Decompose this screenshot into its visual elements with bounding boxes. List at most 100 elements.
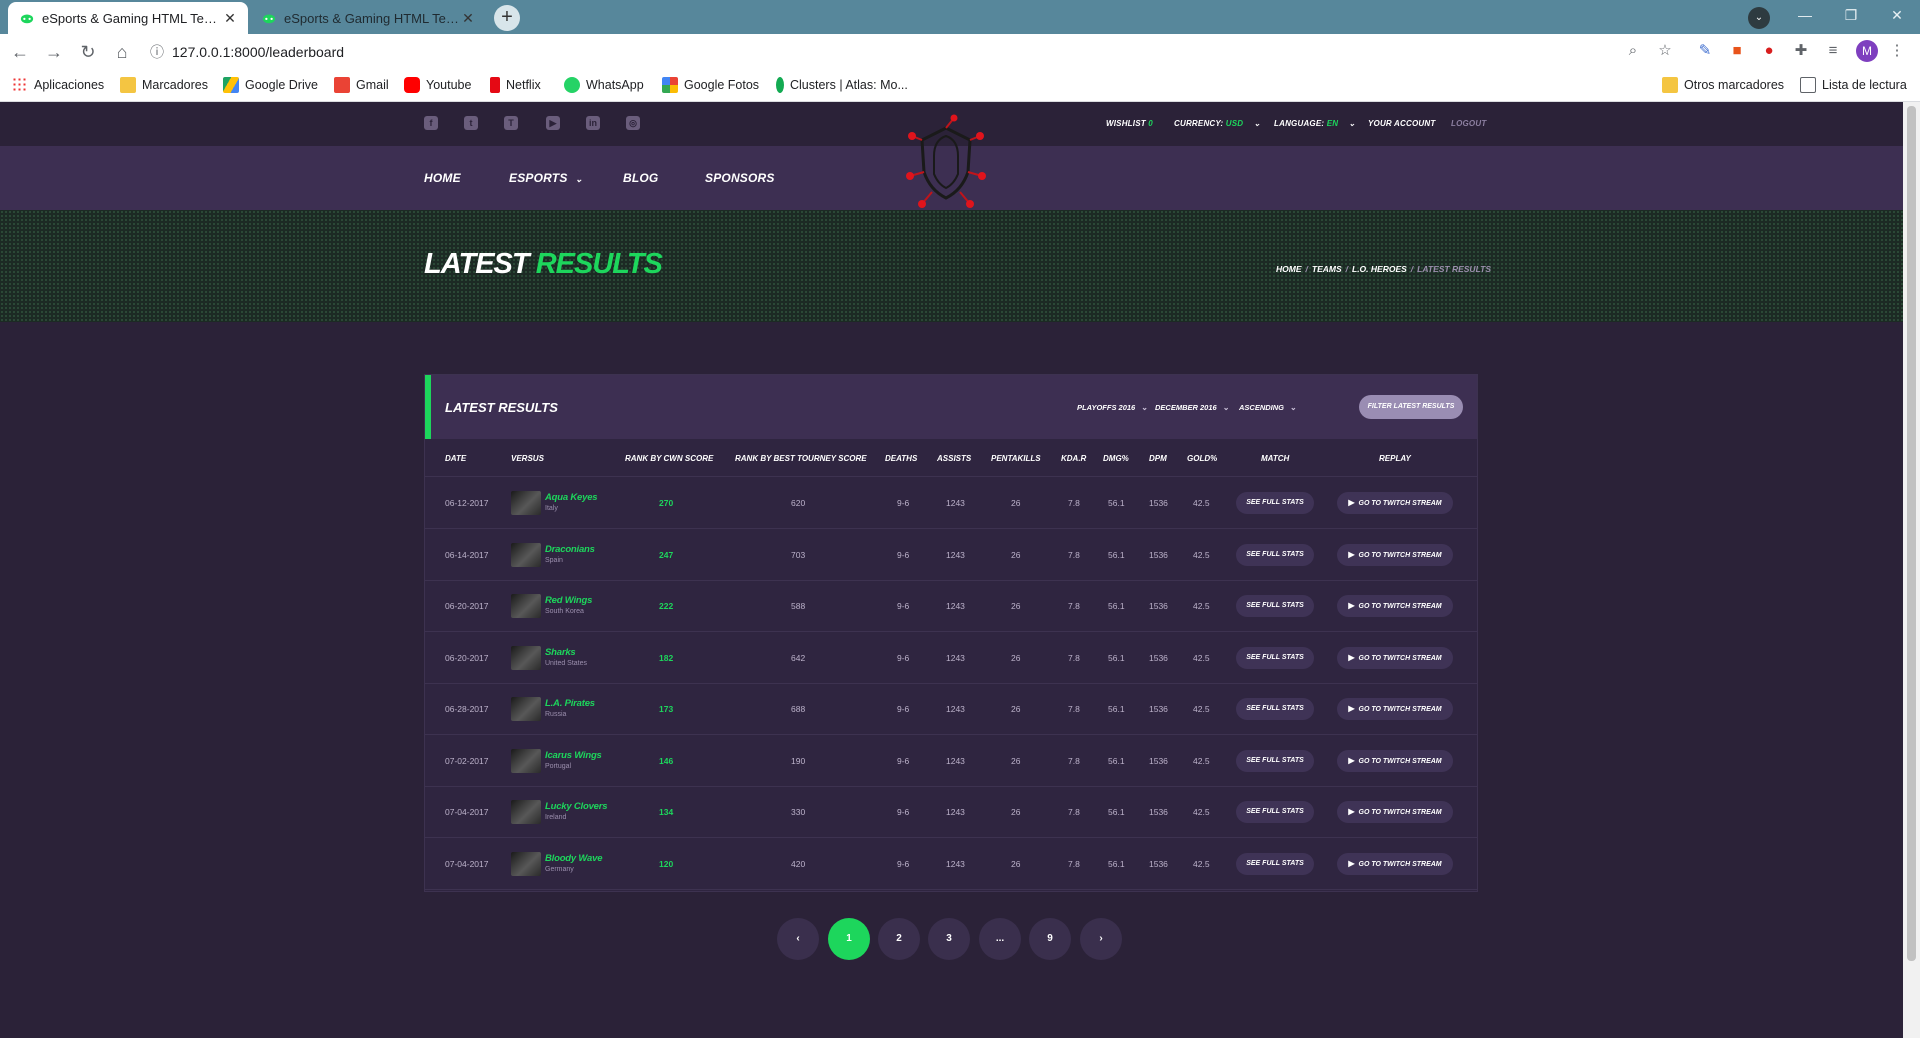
close-window-icon[interactable]: ✕ [1874,0,1920,34]
column-header[interactable]: DMG% [1103,454,1129,463]
month-dropdown[interactable]: DECEMBER 2016 ⌄ [1155,403,1229,412]
home-icon[interactable]: ⌂ [108,38,136,66]
team-name-link[interactable]: Draconians [545,544,595,555]
season-dropdown[interactable]: PLAYOFFS 2016 ⌄ [1077,403,1148,412]
restore-icon[interactable]: ❐ [1828,0,1874,34]
new-tab-button[interactable]: + [494,5,520,31]
breadcrumb-team[interactable]: L.O. HEROES [1352,264,1407,274]
bookmark-gmail[interactable]: Gmail [334,77,389,93]
instagram-icon[interactable]: ◎ [626,116,640,130]
team-name-link[interactable]: Icarus Wings [545,750,602,761]
bookmark-other-folder[interactable]: Otros marcadores [1662,77,1784,93]
column-header[interactable]: VERSUS [511,454,544,463]
site-logo[interactable] [902,114,990,214]
close-tab-icon[interactable]: ✕ [222,10,238,27]
your-account-link[interactable]: YOUR ACCOUNT [1368,119,1435,128]
twitch-stream-button[interactable]: ▶ GO TO TWITCH STREAM [1337,801,1453,823]
team-name-link[interactable]: Aqua Keyes [545,492,598,503]
pen-extension-icon[interactable]: ✎ [1694,40,1716,62]
twitch-stream-button[interactable]: ▶ GO TO TWITCH STREAM [1337,492,1453,514]
team-name-link[interactable]: Lucky Clovers [545,801,608,812]
info-icon[interactable]: ⓘ [150,42,164,62]
breadcrumb-teams[interactable]: TEAMS [1312,264,1342,274]
twitch-stream-button[interactable]: ▶ GO TO TWITCH STREAM [1337,646,1453,669]
twitch-stream-button[interactable]: ▶ GO TO TWITCH STREAM [1337,543,1453,566]
back-icon[interactable]: ← [6,38,34,66]
column-header[interactable]: MATCH [1261,454,1289,463]
team-name-link[interactable]: Bloody Wave [545,853,602,864]
prev-page-button[interactable]: ‹ [777,918,819,960]
column-header[interactable]: KDA.R [1061,454,1086,463]
next-page-button[interactable]: › [1080,918,1122,960]
page-button[interactable]: ... [979,918,1021,960]
see-full-stats-button[interactable]: SEE FULL STATS [1236,698,1314,720]
nav-home[interactable]: HOME [424,171,461,185]
reading-list-icon[interactable]: ≡ [1822,40,1844,62]
twitch-stream-button[interactable]: ▶ GO TO TWITCH STREAM [1337,749,1453,772]
bookmark-atlas[interactable]: Clusters | Atlas: Mo... [776,77,908,93]
see-full-stats-button[interactable]: SEE FULL STATS [1236,801,1314,823]
column-header[interactable]: GOLD% [1187,454,1217,463]
twitter-icon[interactable]: t [464,116,478,130]
column-header[interactable]: DEATHS [885,454,917,463]
see-full-stats-button[interactable]: SEE FULL STATS [1236,646,1314,669]
bookmark-whatsapp[interactable]: WhatsApp [564,77,644,93]
facebook-icon[interactable]: f [424,116,438,130]
extensions-puzzle-icon[interactable]: ✚ [1790,40,1812,62]
column-header[interactable]: RANK BY BEST TOURNEY SCORE [735,454,867,463]
browser-tab-inactive[interactable]: eSports & Gaming HTML Template ✕ [250,2,486,34]
see-full-stats-button[interactable]: SEE FULL STATS [1236,543,1314,566]
menu-kebab-icon[interactable]: ⋮ [1886,40,1908,62]
bookmark-netflix[interactable]: Netflix [490,77,541,93]
breadcrumb-home[interactable]: HOME [1276,264,1302,274]
wishlist-link[interactable]: WISHLIST 0 [1106,119,1153,128]
twitch-stream-button[interactable]: ▶ GO TO TWITCH STREAM [1337,852,1453,875]
nav-sponsors[interactable]: SPONSORS [705,171,775,185]
minimize-icon[interactable]: — [1782,0,1828,34]
see-full-stats-button[interactable]: SEE FULL STATS [1236,492,1314,514]
forward-icon[interactable]: → [40,38,68,66]
filter-results-button[interactable]: FILTER LATEST RESULTS [1359,395,1463,419]
opera-extension-icon[interactable]: ● [1758,40,1780,62]
team-name-link[interactable]: Red Wings [545,595,592,606]
youtube-icon[interactable]: ▶ [546,116,560,130]
linkedin-icon[interactable]: in [586,116,600,130]
team-name-link[interactable]: Sharks [545,647,576,658]
currency-selector[interactable]: CURRENCY: USD ⌄ [1174,119,1261,128]
reload-icon[interactable]: ↻ [74,38,102,66]
page-scrollbar[interactable] [1903,102,1920,1038]
language-selector[interactable]: LANGUAGE: EN ⌄ [1274,119,1356,128]
nav-blog[interactable]: BLOG [623,171,658,185]
profile-avatar[interactable]: M [1856,40,1878,62]
address-bar[interactable]: ⓘ 127.0.0.1:8000/leaderboard [140,38,1680,66]
close-tab-icon[interactable]: ✕ [460,10,476,27]
column-header[interactable]: PENTAKILLS [991,454,1041,463]
page-button[interactable]: 2 [878,918,920,960]
twitch-stream-button[interactable]: ▶ GO TO TWITCH STREAM [1337,698,1453,720]
zoom-icon[interactable]: ⌕ [1622,40,1644,62]
bookmark-star-icon[interactable]: ☆ [1654,40,1676,62]
page-button[interactable]: 3 [928,918,970,960]
nav-esports[interactable]: ESPORTS ⌄ [509,171,583,185]
reading-list[interactable]: Lista de lectura [1800,77,1907,93]
bookmark-google-drive[interactable]: Google Drive [223,77,318,93]
bookmark-folder[interactable]: Marcadores [120,77,208,93]
sort-dropdown[interactable]: ASCENDING ⌄ [1239,403,1297,412]
page-button[interactable]: 9 [1029,918,1071,960]
column-header[interactable]: ASSISTS [937,454,971,463]
column-header[interactable]: REPLAY [1379,454,1411,463]
pdf-extension-icon[interactable]: ■ [1726,40,1748,62]
page-button[interactable]: 1 [828,918,870,960]
bookmark-youtube[interactable]: Youtube [404,77,471,93]
bookmark-apps[interactable]: Aplicaciones [12,77,104,93]
see-full-stats-button[interactable]: SEE FULL STATS [1236,749,1314,772]
team-name-link[interactable]: L.A. Pirates [545,698,595,709]
twitch-stream-button[interactable]: ▶ GO TO TWITCH STREAM [1337,595,1453,617]
column-header[interactable]: DPM [1149,454,1167,463]
twitch-icon[interactable]: T [504,116,518,130]
scrollbar-thumb[interactable] [1907,106,1916,961]
see-full-stats-button[interactable]: SEE FULL STATS [1236,595,1314,617]
logout-link[interactable]: LOGOUT [1451,119,1486,128]
column-header[interactable]: RANK BY CWN SCORE [625,454,713,463]
bookmark-google-photos[interactable]: Google Fotos [662,77,759,93]
